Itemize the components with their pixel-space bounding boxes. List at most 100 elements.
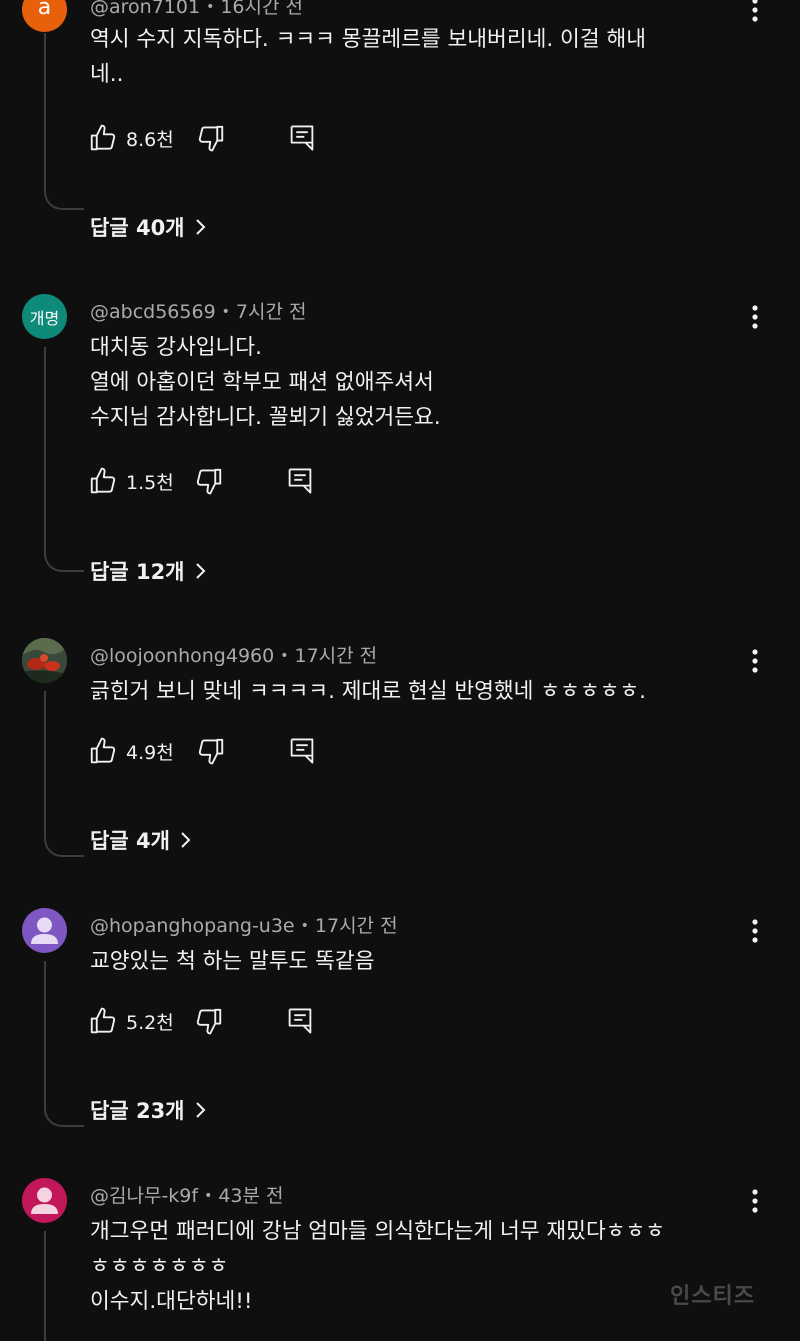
- more-vert-icon: [752, 305, 758, 329]
- reply-comment-icon: [288, 1008, 312, 1034]
- comment-line: 수지님 감사합니다. 꼴뵈기 싫었거든요.: [90, 405, 441, 430]
- site-watermark: 인스티즈: [670, 1284, 755, 1309]
- more-options-button[interactable]: [742, 302, 768, 332]
- meta-separator: •: [206, 0, 215, 15]
- chevron-right-icon: [195, 562, 207, 580]
- comment-actions: 1.5천: [88, 463, 348, 499]
- more-options-button[interactable]: [742, 916, 768, 946]
- comment-line: 개그우먼 패러디에 강남 엄마들 의식한다는게 너무 재밌다ㅎㅎㅎ: [90, 1219, 666, 1244]
- chevron-right-icon: [195, 218, 207, 236]
- reply-thread-line: [44, 1231, 84, 1341]
- comment-meta: @loojoonhong4960 • 17시간 전: [90, 641, 377, 668]
- comment-text: 역시 수지 지독하다. ㅋㅋㅋ 몽끌레르를 보내버리네. 이걸 해내 네..: [90, 22, 750, 92]
- more-vert-icon: [752, 1189, 758, 1213]
- chevron-right-icon: [195, 1101, 207, 1119]
- avatar-text: 개명: [29, 308, 60, 328]
- avatar[interactable]: 개명: [22, 294, 67, 339]
- default-avatar-icon: [31, 917, 58, 944]
- reply-thread-line: [44, 33, 84, 210]
- like-button[interactable]: 5.2천: [88, 1003, 174, 1039]
- comment-actions: 5.2천: [88, 1003, 348, 1039]
- thumbs-up-icon: [90, 124, 116, 151]
- comment-time: 7시간 전: [235, 301, 307, 323]
- avatar[interactable]: [22, 908, 67, 953]
- like-button[interactable]: 8.6천: [88, 120, 174, 156]
- more-options-button[interactable]: [742, 1186, 768, 1216]
- like-count: 4.9천: [126, 741, 174, 764]
- comment-meta: @abcd56569 • 7시간 전: [90, 297, 307, 324]
- reply-button[interactable]: [288, 120, 316, 156]
- like-count: 8.6천: [126, 128, 174, 151]
- reply-comment-icon: [290, 125, 314, 151]
- view-replies-button[interactable]: 답글 40개: [90, 210, 207, 244]
- reply-comment-icon: [290, 738, 314, 764]
- reply-comment-icon: [288, 468, 312, 494]
- chevron-right-icon: [180, 831, 192, 849]
- comment-line: 이수지.대단하네!!: [90, 1289, 253, 1314]
- comment-line: 역시 수지 지독하다. ㅋㅋㅋ 몽끌레르를 보내버리네. 이걸 해내: [90, 27, 647, 52]
- comment-time: 43분 전: [218, 1185, 284, 1207]
- comment-meta: @hopanghopang-u3e • 17시간 전: [90, 911, 398, 938]
- thumbs-down-icon: [196, 468, 222, 495]
- comment-line: 교양있는 척 하는 말투도 똑같음: [90, 949, 375, 974]
- reply-button[interactable]: [286, 1003, 314, 1039]
- comment-meta: @aron7101 • 16시간 전: [90, 0, 303, 19]
- comment-author[interactable]: @hopanghopang-u3e: [90, 915, 295, 937]
- replies-label: 답글 23개: [90, 1099, 185, 1123]
- meta-separator: •: [204, 1188, 213, 1204]
- dislike-button[interactable]: [196, 120, 226, 156]
- view-replies-button[interactable]: 답글 23개: [90, 1093, 207, 1127]
- default-avatar-icon: [31, 1187, 58, 1214]
- avatar[interactable]: [22, 638, 67, 683]
- dislike-button[interactable]: [194, 463, 224, 499]
- comment-text: 대치동 강사입니다. 열에 아홉이던 학부모 패션 없애주셔서 수지님 감사합니…: [90, 330, 750, 435]
- reply-button[interactable]: [286, 463, 314, 499]
- more-vert-icon: [752, 649, 758, 673]
- reply-thread-line: [44, 961, 84, 1127]
- replies-label: 답글 4개: [90, 829, 170, 853]
- comment-actions: 4.9천: [88, 733, 348, 769]
- reply-thread-line: [44, 691, 84, 857]
- meta-separator: •: [280, 648, 289, 664]
- dislike-button[interactable]: [194, 1003, 224, 1039]
- comment-line: 긁힌거 보니 맞네 ㅋㅋㅋㅋ. 제대로 현실 반영했네 ㅎㅎㅎㅎㅎ.: [90, 679, 647, 704]
- comment-author[interactable]: @김나무-k9f: [90, 1185, 198, 1207]
- comment-line: 열에 아홉이던 학부모 패션 없애주셔서: [90, 370, 434, 395]
- comment-time: 17시간 전: [314, 915, 398, 937]
- reply-button[interactable]: [288, 733, 316, 769]
- comment-time: 17시간 전: [294, 645, 378, 667]
- view-replies-button[interactable]: 답글 12개: [90, 554, 207, 588]
- comment-line: 네..: [90, 62, 124, 87]
- comment-author[interactable]: @abcd56569: [90, 301, 216, 323]
- reply-thread-line: [44, 347, 84, 572]
- dislike-button[interactable]: [196, 733, 226, 769]
- comment-author[interactable]: @aron7101: [90, 0, 200, 18]
- more-options-button[interactable]: [742, 646, 768, 676]
- like-button[interactable]: 1.5천: [88, 463, 174, 499]
- comment-time: 16시간 전: [220, 0, 303, 18]
- thumbs-down-icon: [196, 1008, 222, 1035]
- thumbs-down-icon: [198, 125, 224, 152]
- comment-text: 교양있는 척 하는 말투도 똑같음: [90, 944, 750, 979]
- like-button[interactable]: 4.9천: [88, 733, 174, 769]
- comment-meta: @김나무-k9f • 43분 전: [90, 1181, 284, 1208]
- comment-line: 대치동 강사입니다.: [90, 335, 262, 360]
- replies-label: 답글 12개: [90, 560, 185, 584]
- avatar[interactable]: [22, 1178, 67, 1223]
- avatar[interactable]: a: [22, 0, 67, 32]
- more-vert-icon: [752, 0, 758, 22]
- thumbs-up-icon: [90, 1007, 116, 1034]
- meta-separator: •: [300, 918, 309, 934]
- comment-author[interactable]: @loojoonhong4960: [90, 645, 274, 667]
- comment-text: 긁힌거 보니 맞네 ㅋㅋㅋㅋ. 제대로 현실 반영했네 ㅎㅎㅎㅎㅎ.: [90, 674, 750, 709]
- thumbs-up-icon: [90, 467, 116, 494]
- comment-line: ㅎㅎㅎㅎㅎㅎㅎ: [90, 1254, 229, 1279]
- avatar-photo: [22, 638, 67, 683]
- comment-actions: 8.6천: [88, 120, 348, 156]
- like-count: 1.5천: [126, 471, 174, 494]
- thumbs-up-icon: [90, 737, 116, 764]
- meta-separator: •: [221, 304, 230, 320]
- view-replies-button[interactable]: 답글 4개: [90, 823, 192, 857]
- like-count: 5.2천: [126, 1011, 174, 1034]
- comment-text: 개그우먼 패러디에 강남 엄마들 의식한다는게 너무 재밌다ㅎㅎㅎ ㅎㅎㅎㅎㅎㅎ…: [90, 1214, 750, 1319]
